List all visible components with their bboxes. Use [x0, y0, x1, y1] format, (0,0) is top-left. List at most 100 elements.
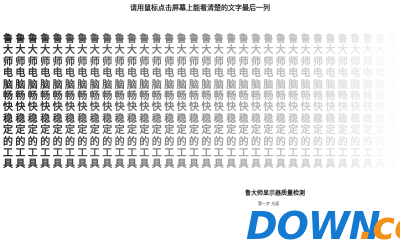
grid-cell[interactable]: 大: [262, 45, 274, 57]
grid-cell[interactable]: 的: [2, 137, 14, 149]
grid-cell[interactable]: 快: [337, 102, 349, 114]
grid-cell[interactable]: 具: [337, 159, 349, 171]
grid-cell[interactable]: 稳: [52, 114, 64, 126]
grid-cell[interactable]: 大: [225, 45, 237, 57]
grid-cell[interactable]: 大: [300, 45, 312, 57]
grid-cell[interactable]: 脑: [337, 80, 349, 92]
grid-cell[interactable]: 师: [287, 57, 299, 69]
grid-cell[interactable]: 电: [39, 68, 51, 80]
grid-cell[interactable]: 定: [114, 125, 126, 137]
grid-cell[interactable]: 脑: [225, 80, 237, 92]
grid-cell[interactable]: 具: [101, 159, 113, 171]
grid-cell[interactable]: 快: [138, 102, 150, 114]
grid-cell[interactable]: 具: [76, 159, 88, 171]
grid-cell[interactable]: 定: [151, 125, 163, 137]
grid-cell[interactable]: 大: [312, 45, 324, 57]
grid-cell[interactable]: 稳: [287, 114, 299, 126]
grid-cell[interactable]: 师: [2, 57, 14, 69]
grid-cell[interactable]: 脑: [176, 80, 188, 92]
grid-cell[interactable]: 师: [114, 57, 126, 69]
grid-cell[interactable]: 师: [275, 57, 287, 69]
grid-cell[interactable]: 定: [2, 125, 14, 137]
grid-cell[interactable]: 电: [250, 68, 262, 80]
grid-cell[interactable]: 大: [188, 45, 200, 57]
grid-cell[interactable]: 稳: [312, 114, 324, 126]
grid-cell[interactable]: 大: [76, 45, 88, 57]
grid-cell[interactable]: 大: [337, 45, 349, 57]
grid-cell[interactable]: 师: [200, 57, 212, 69]
grid-cell[interactable]: 快: [39, 102, 51, 114]
grid-cell[interactable]: 稳: [163, 114, 175, 126]
grid-cell[interactable]: 的: [349, 137, 361, 149]
grid-cell[interactable]: 电: [262, 68, 274, 80]
grid-cell[interactable]: 快: [386, 102, 398, 114]
grid-cell[interactable]: 定: [213, 125, 225, 137]
grid-cell[interactable]: 脑: [138, 80, 150, 92]
grid-cell[interactable]: 快: [349, 102, 361, 114]
grid-cell[interactable]: 定: [163, 125, 175, 137]
grid-cell[interactable]: 定: [225, 125, 237, 137]
grid-cell[interactable]: 具: [238, 159, 250, 171]
grid-cell[interactable]: 快: [300, 102, 312, 114]
grid-cell[interactable]: 电: [138, 68, 150, 80]
grid-cell[interactable]: 稳: [337, 114, 349, 126]
grid-cell[interactable]: 电: [200, 68, 212, 80]
grid-cell[interactable]: 定: [52, 125, 64, 137]
grid-cell[interactable]: 电: [126, 68, 138, 80]
grid-cell[interactable]: 快: [114, 102, 126, 114]
grid-cell[interactable]: 电: [225, 68, 237, 80]
grid-cell[interactable]: 电: [52, 68, 64, 80]
grid-cell[interactable]: 具: [312, 159, 324, 171]
grid-cell[interactable]: 定: [27, 125, 39, 137]
grid-cell[interactable]: 稳: [262, 114, 274, 126]
grid-cell[interactable]: 稳: [386, 114, 398, 126]
grid-cell[interactable]: 电: [238, 68, 250, 80]
grid-cell[interactable]: 稳: [39, 114, 51, 126]
grid-cell[interactable]: 脑: [287, 80, 299, 92]
grid-cell[interactable]: 快: [275, 102, 287, 114]
grid-cell[interactable]: 快: [14, 102, 26, 114]
grid-cell[interactable]: 定: [262, 125, 274, 137]
grid-cell[interactable]: 具: [374, 159, 386, 171]
grid-cell[interactable]: 的: [138, 137, 150, 149]
grid-cell[interactable]: 具: [114, 159, 126, 171]
grid-cell[interactable]: 师: [163, 57, 175, 69]
grid-cell[interactable]: 稳: [275, 114, 287, 126]
grid-cell[interactable]: 师: [262, 57, 274, 69]
grid-cell[interactable]: 的: [312, 137, 324, 149]
grid-cell[interactable]: 稳: [225, 114, 237, 126]
grid-cell[interactable]: 的: [324, 137, 336, 149]
grid-cell[interactable]: 稳: [176, 114, 188, 126]
grid-cell[interactable]: 脑: [324, 80, 336, 92]
grid-cell[interactable]: 大: [163, 45, 175, 57]
grid-cell[interactable]: 快: [27, 102, 39, 114]
grid-cell[interactable]: 大: [324, 45, 336, 57]
grid-cell[interactable]: 师: [76, 57, 88, 69]
grid-cell[interactable]: 稳: [64, 114, 76, 126]
grid-cell[interactable]: 具: [188, 159, 200, 171]
grid-cell[interactable]: 定: [188, 125, 200, 137]
grid-cell[interactable]: 具: [39, 159, 51, 171]
grid-cell[interactable]: 师: [225, 57, 237, 69]
grid-cell[interactable]: 定: [200, 125, 212, 137]
grid-cell[interactable]: 稳: [89, 114, 101, 126]
grid-cell[interactable]: 具: [200, 159, 212, 171]
grid-cell[interactable]: 电: [163, 68, 175, 80]
grid-cell[interactable]: 具: [138, 159, 150, 171]
grid-cell[interactable]: 师: [324, 57, 336, 69]
grid-cell[interactable]: 快: [362, 102, 374, 114]
grid-cell[interactable]: 定: [337, 125, 349, 137]
grid-cell[interactable]: 电: [337, 68, 349, 80]
grid-cell[interactable]: 师: [126, 57, 138, 69]
grid-cell[interactable]: 快: [64, 102, 76, 114]
grid-cell[interactable]: 快: [213, 102, 225, 114]
grid-cell[interactable]: 快: [312, 102, 324, 114]
grid-cell[interactable]: 快: [2, 102, 14, 114]
grid-cell[interactable]: 的: [262, 137, 274, 149]
grid-cell[interactable]: 快: [188, 102, 200, 114]
grid-cell[interactable]: 师: [176, 57, 188, 69]
grid-cell[interactable]: 快: [324, 102, 336, 114]
grid-cell[interactable]: 脑: [76, 80, 88, 92]
grid-cell[interactable]: 脑: [101, 80, 113, 92]
grid-cell[interactable]: 脑: [250, 80, 262, 92]
